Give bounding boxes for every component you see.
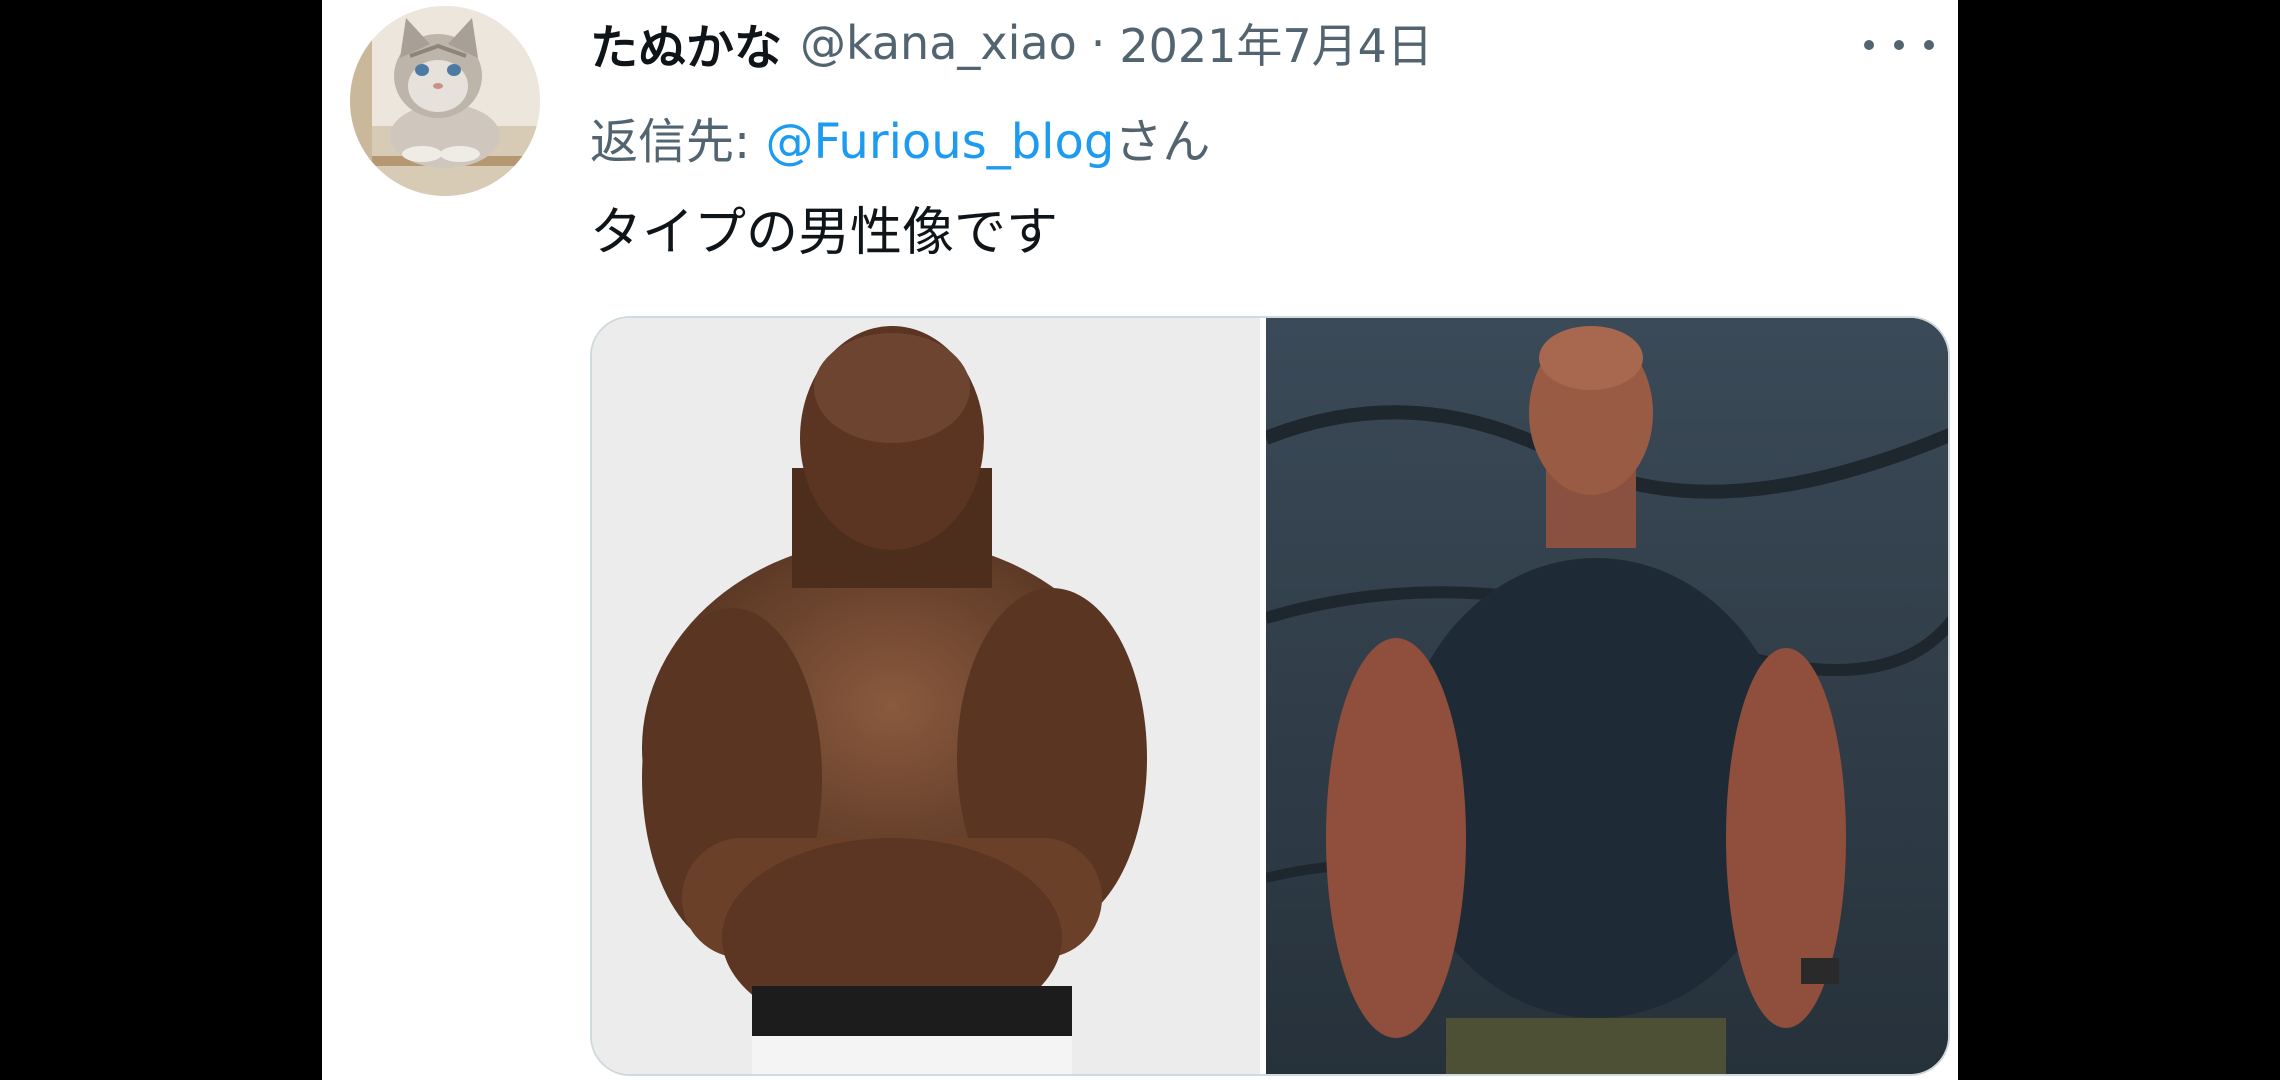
more-dot <box>1894 40 1904 50</box>
reply-context: 返信先: @Furious_blogさん <box>590 102 1210 172</box>
tweet-text: タイプの男性像です <box>590 203 1059 263</box>
more-horizontal-icon[interactable] <box>1864 20 1934 70</box>
photo-1-image <box>592 318 1260 1074</box>
cat-avatar-image <box>350 6 540 196</box>
user-handle[interactable]: @kana_xiao <box>800 16 1077 70</box>
reply-prefix: 返信先: <box>590 114 766 170</box>
tweet-header: たぬかな @kana_xiao · 2021年7月4日 <box>590 8 1433 78</box>
tweet-date[interactable]: 2021年7月4日 <box>1119 10 1433 76</box>
more-dot <box>1924 40 1934 50</box>
separator: · <box>1090 16 1106 70</box>
photo-1[interactable] <box>592 318 1260 1074</box>
display-name[interactable]: たぬかな <box>590 8 782 78</box>
reply-mention-link[interactable]: @Furious_blog <box>765 114 1114 170</box>
reply-suffix: さん <box>1114 114 1211 170</box>
photo-2[interactable] <box>1266 318 1948 1074</box>
tweet-media[interactable] <box>590 316 1950 1076</box>
avatar[interactable] <box>350 6 540 196</box>
more-dot <box>1864 40 1874 50</box>
tweet-card[interactable]: たぬかな @kana_xiao · 2021年7月4日 返信先: @Furiou… <box>322 0 1958 1080</box>
photo-2-image <box>1266 318 1948 1074</box>
